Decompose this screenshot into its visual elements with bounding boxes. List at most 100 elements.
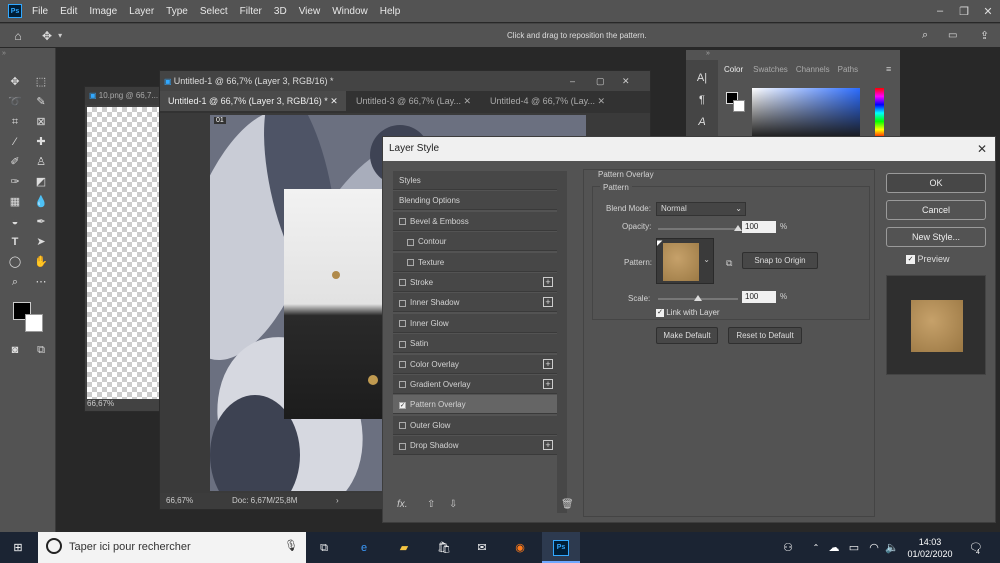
preview-checkbox[interactable]: ✓ Preview	[906, 254, 950, 265]
pattern-picker[interactable]: ◤ ⌄	[656, 238, 714, 284]
style-checkbox[interactable]	[399, 320, 406, 328]
eyedropper-icon[interactable]: ⁄	[6, 134, 24, 150]
healing-icon[interactable]: ✚	[32, 134, 50, 150]
style-item-outer-glow[interactable]: Outer Glow	[393, 415, 557, 435]
dodge-icon[interactable]: ◒	[6, 214, 24, 230]
tab-untitled-3[interactable]: Untitled-3 @ 66,7% (Lay... ✕	[348, 91, 480, 111]
ok-button[interactable]: OK	[886, 173, 986, 193]
shape-icon[interactable]: ◯	[6, 254, 24, 270]
transparent-canvas[interactable]	[87, 107, 161, 399]
type-icon[interactable]: T	[6, 234, 24, 250]
tab-untitled-1[interactable]: Untitled-1 @ 66,7% (Layer 3, RGB/16) * ✕	[160, 91, 346, 111]
style-item-satin[interactable]: Satin	[393, 334, 557, 354]
color-field[interactable]	[752, 88, 860, 138]
people-icon[interactable]: ⚇	[780, 540, 796, 556]
glyphs-icon[interactable]: A	[693, 114, 711, 130]
style-item-pattern-overlay[interactable]: ✓ Pattern Overlay	[393, 395, 557, 415]
cancel-button[interactable]: Cancel	[886, 200, 986, 220]
tab-channels[interactable]: Channels	[792, 62, 834, 78]
style-item-color-overlay[interactable]: Color Overlay +	[393, 354, 557, 374]
snap-to-origin-button[interactable]: Snap to Origin	[742, 252, 818, 269]
menu-view[interactable]: View	[299, 6, 321, 17]
search-icon[interactable]: ⌕	[922, 29, 928, 42]
gradient-icon[interactable]: ▦	[6, 194, 24, 210]
task-view-icon[interactable]: ⧉	[316, 540, 332, 556]
pen-icon[interactable]: ✒	[32, 214, 50, 230]
tab-close-icon[interactable]: ✕	[464, 96, 472, 106]
frame-icon[interactable]: ⊠	[32, 114, 50, 130]
make-default-button[interactable]: Make Default	[656, 327, 718, 344]
file-explorer-icon[interactable]: ▰	[396, 540, 412, 556]
back-doc-tab[interactable]: 10.png @ 66,7...	[99, 91, 158, 100]
style-checkbox[interactable]: ✓	[399, 401, 406, 409]
doc-info[interactable]: Doc: 6,67M/25,8M	[232, 493, 297, 509]
taskbar-photoshop[interactable]: Ps	[542, 532, 580, 563]
style-checkbox[interactable]	[399, 360, 406, 368]
panel-menu-icon[interactable]: ≡	[886, 64, 891, 74]
paragraph-icon[interactable]: ¶	[693, 92, 711, 108]
background-color-swatch[interactable]	[25, 314, 43, 332]
tab-close-icon[interactable]: ✕	[330, 96, 338, 106]
style-item-drop-shadow[interactable]: Drop Shadow +	[393, 436, 557, 456]
zoom-icon[interactable]: ⌕	[6, 274, 24, 290]
marquee-icon[interactable]: ⬚	[32, 74, 50, 90]
style-checkbox[interactable]	[407, 238, 414, 246]
path-select-icon[interactable]: ➤	[32, 234, 50, 250]
menu-help[interactable]: Help	[380, 6, 401, 17]
style-checkbox[interactable]	[407, 258, 414, 266]
style-item-stroke[interactable]: Stroke +	[393, 273, 557, 292]
menu-edit[interactable]: Edit	[60, 6, 77, 17]
windows-start-icon[interactable]: ⊞	[10, 540, 26, 556]
add-style-icon[interactable]: +	[543, 379, 553, 389]
style-checkbox[interactable]	[399, 218, 406, 226]
style-item-texture[interactable]: Texture	[393, 252, 557, 272]
menu-window[interactable]: Window	[332, 6, 368, 17]
menu-select[interactable]: Select	[200, 6, 228, 17]
chevron-up-icon[interactable]: ⌃	[808, 540, 824, 556]
fx-icon[interactable]: fx.	[397, 499, 408, 510]
menu-filter[interactable]: Filter	[240, 6, 262, 17]
move-icon[interactable]: ✥	[6, 74, 24, 90]
edge-icon[interactable]: e	[356, 540, 372, 556]
tab-paths[interactable]: Paths	[834, 62, 862, 78]
clock[interactable]: 14:03 01/02/2020	[900, 536, 960, 560]
menu-image[interactable]: Image	[89, 6, 117, 17]
chevron-down-icon[interactable]: ▾	[58, 31, 62, 40]
move-down-icon[interactable]: ⇩	[449, 499, 457, 510]
screen-mode-icon[interactable]: ⧉	[32, 342, 50, 358]
opacity-slider[interactable]	[658, 225, 742, 231]
brush-icon[interactable]: ✐	[6, 154, 24, 170]
tab-swatches[interactable]: Swatches	[749, 62, 792, 78]
style-checkbox[interactable]	[399, 340, 406, 348]
chevron-down-icon[interactable]: ⌄	[703, 255, 710, 264]
battery-icon[interactable]: ▭	[846, 540, 862, 556]
style-item-bevel-emboss[interactable]: Bevel & Emboss	[393, 211, 557, 231]
taskbar-search[interactable]: Taper ici pour rechercher 🎙	[38, 532, 306, 563]
microphone-icon[interactable]: 🎙	[284, 539, 298, 552]
maximize-icon[interactable]: ❐	[952, 5, 976, 18]
scale-input[interactable]: 100	[742, 291, 776, 303]
scale-slider-thumb[interactable]	[694, 295, 702, 301]
quick-select-icon[interactable]: ✎	[32, 94, 50, 110]
opacity-slider-thumb[interactable]	[734, 225, 742, 231]
new-preset-icon[interactable]: ⧉	[726, 258, 732, 269]
style-item-contour[interactable]: Contour	[393, 232, 557, 252]
firefox-icon[interactable]: ◉	[512, 540, 528, 556]
link-with-layer-checkbox[interactable]: ✓ Link with Layer	[656, 308, 720, 317]
volume-icon[interactable]: 🔈	[884, 540, 900, 556]
styles-scrollbar[interactable]	[557, 171, 567, 513]
tab-close-icon[interactable]: ✕	[598, 96, 606, 106]
minimize-icon[interactable]: –	[928, 5, 952, 18]
lasso-icon[interactable]: ➰	[6, 94, 24, 110]
style-checkbox[interactable]	[399, 299, 406, 307]
style-item-gradient-overlay[interactable]: Gradient Overlay +	[393, 375, 557, 394]
menu-layer[interactable]: Layer	[129, 6, 154, 17]
character-icon[interactable]: A|	[693, 70, 711, 86]
move-up-icon[interactable]: ⇧	[427, 499, 435, 510]
hue-slider[interactable]	[875, 88, 884, 138]
document-window-back[interactable]: ▣ 10.png @ 66,7... 66,67%	[84, 86, 166, 412]
tab-untitled-4[interactable]: Untitled-4 @ 66,7% (Lay... ✕	[482, 91, 614, 111]
style-item-inner-glow[interactable]: Inner Glow	[393, 313, 557, 333]
style-item-styles[interactable]: Styles	[393, 171, 557, 190]
tab-color[interactable]: Color	[718, 62, 750, 78]
